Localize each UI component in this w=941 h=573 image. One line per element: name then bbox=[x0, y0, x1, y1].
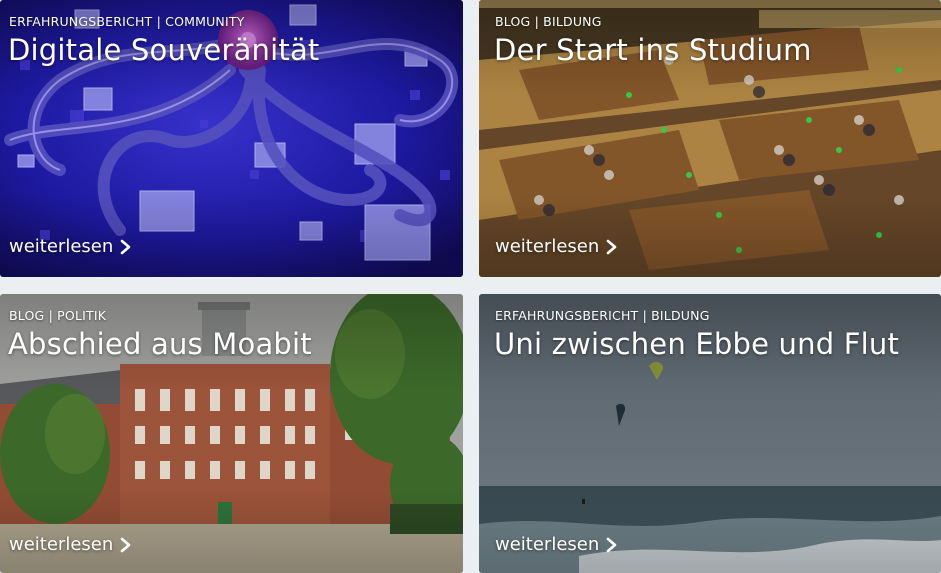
article-card-uni-zwischen-ebbe-und-flut[interactable]: ERFAHRUNGSBERICHT | BILDUNG Uni zwischen… bbox=[479, 294, 941, 573]
article-card-digitale-souveraenitaet[interactable]: ERFAHRUNGSBERICHT | COMMUNITY Digitale S… bbox=[0, 0, 463, 277]
read-more-label: weiterlesen bbox=[9, 236, 114, 257]
article-card-start-ins-studium[interactable]: BLOG | BILDUNG Der Start ins Studium wei… bbox=[479, 0, 941, 277]
card-title[interactable]: Der Start ins Studium bbox=[494, 33, 812, 67]
read-more-label: weiterlesen bbox=[495, 534, 600, 555]
chevron-right-icon bbox=[606, 537, 617, 552]
read-more-link[interactable]: weiterlesen bbox=[495, 534, 618, 555]
read-more-link[interactable]: weiterlesen bbox=[9, 236, 132, 257]
card-title[interactable]: Abschied aus Moabit bbox=[8, 327, 312, 361]
article-card-abschied-aus-moabit[interactable]: BLOG | POLITIK Abschied aus Moabit weite… bbox=[0, 294, 463, 573]
card-category: ERFAHRUNGSBERICHT | COMMUNITY bbox=[9, 14, 245, 29]
card-category: BLOG | POLITIK bbox=[9, 308, 107, 323]
chevron-right-icon bbox=[120, 537, 131, 552]
chevron-right-icon bbox=[120, 239, 131, 254]
chevron-right-icon bbox=[606, 239, 617, 254]
card-title[interactable]: Digitale Souveränität bbox=[8, 33, 320, 67]
card-category: ERFAHRUNGSBERICHT | BILDUNG bbox=[495, 308, 710, 323]
read-more-link[interactable]: weiterlesen bbox=[495, 236, 618, 257]
read-more-label: weiterlesen bbox=[495, 236, 600, 257]
card-category: BLOG | BILDUNG bbox=[495, 14, 602, 29]
card-title[interactable]: Uni zwischen Ebbe und Flut bbox=[494, 327, 899, 361]
read-more-link[interactable]: weiterlesen bbox=[9, 534, 132, 555]
read-more-label: weiterlesen bbox=[9, 534, 114, 555]
